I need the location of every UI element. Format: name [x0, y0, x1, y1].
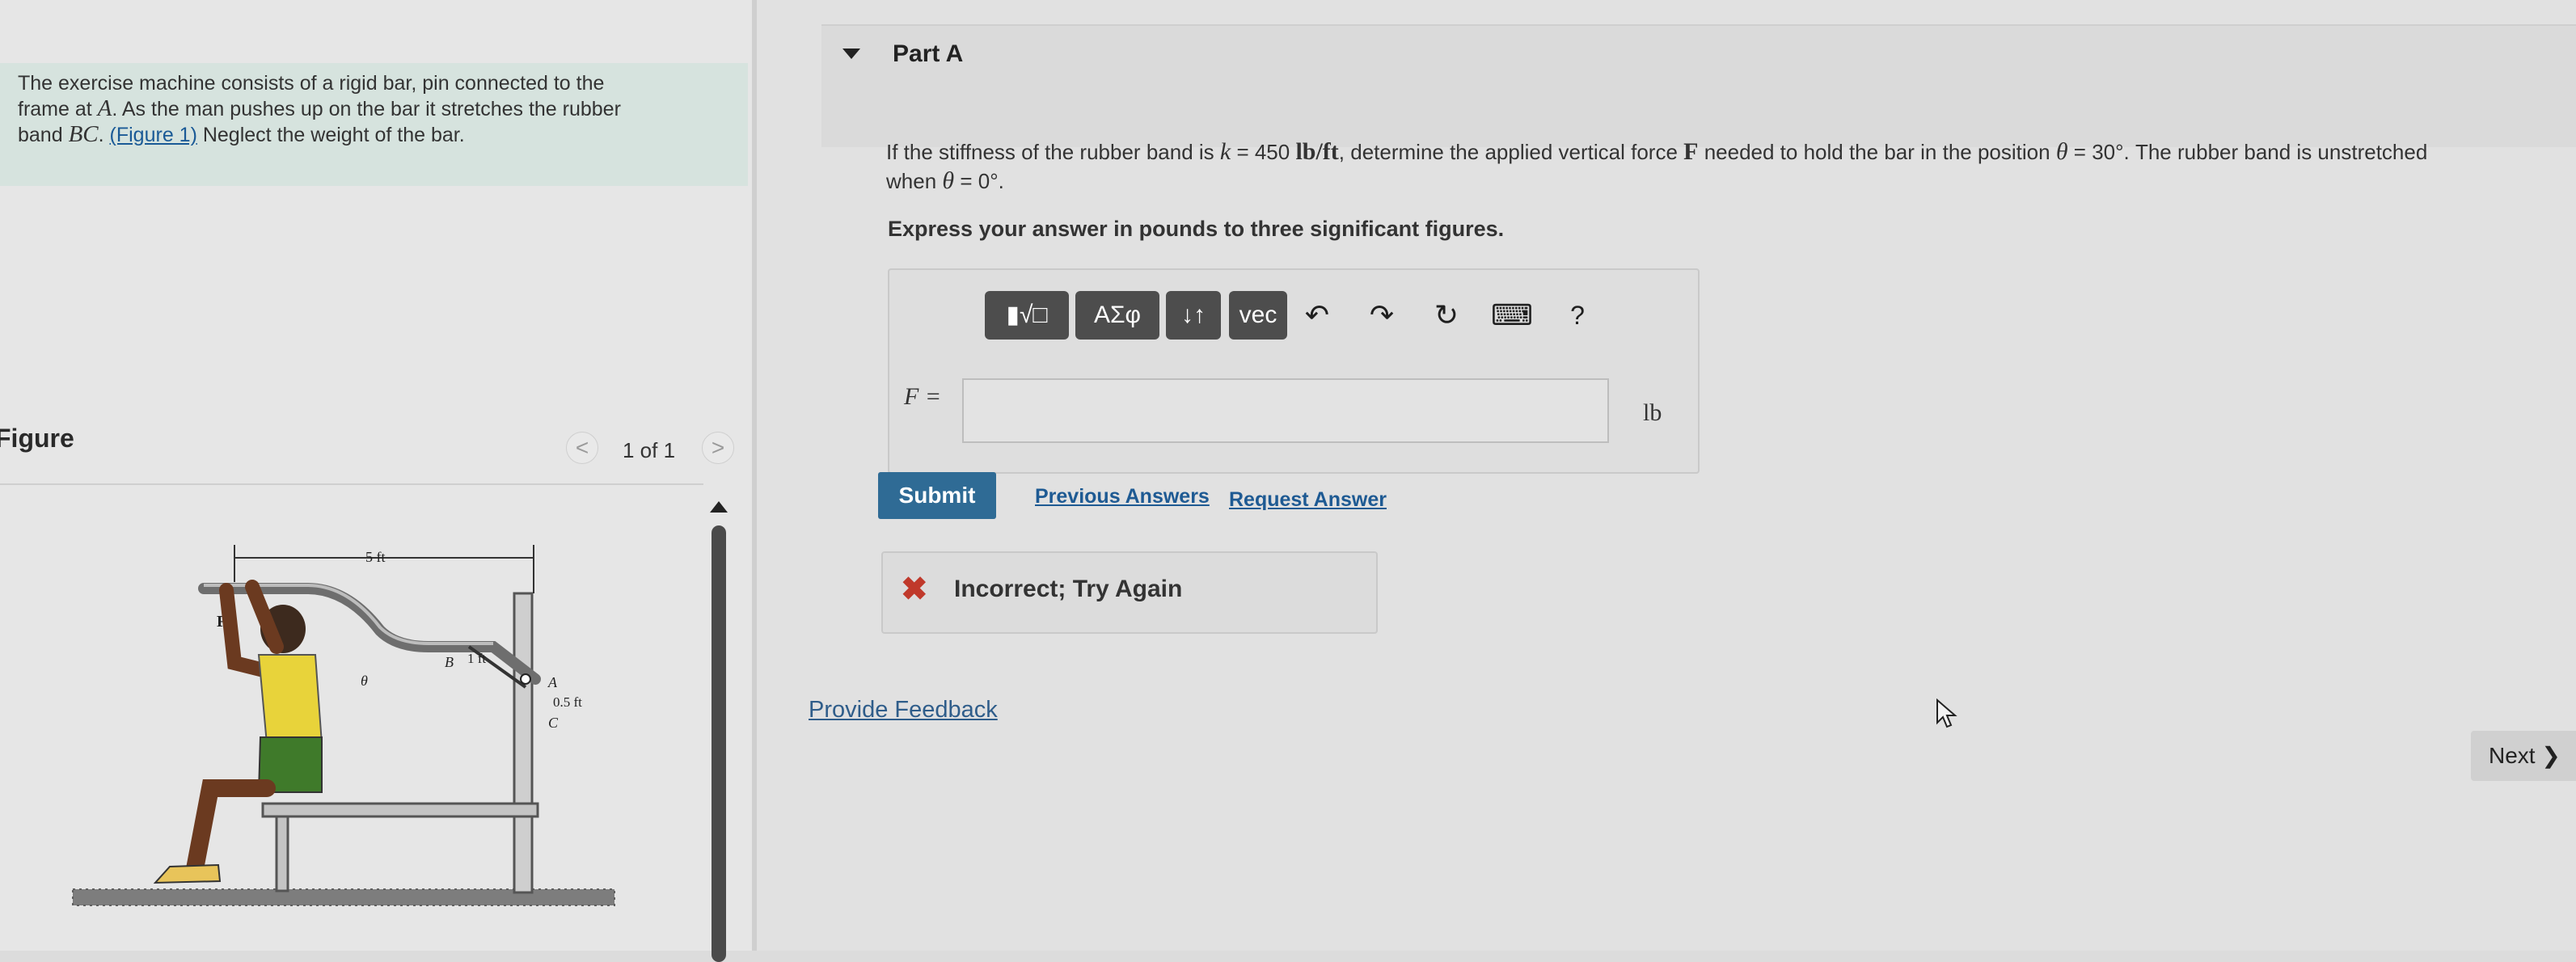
answer-input[interactable] [962, 378, 1609, 443]
problem-statement: The exercise machine consists of a rigid… [0, 63, 748, 186]
feedback-box: ✖ Incorrect; Try Again [881, 551, 1378, 634]
collapse-caret-icon[interactable] [842, 49, 860, 59]
keyboard-icon[interactable]: ⌨ [1491, 291, 1533, 340]
previous-answers-link[interactable]: Previous Answers [1035, 485, 1210, 508]
vec-button[interactable]: vec [1229, 291, 1287, 340]
theta-value: = 30° [2067, 140, 2124, 164]
label-ac-dist: 0.5 ft [553, 694, 582, 710]
next-button[interactable]: Next ❯ [2471, 731, 2576, 781]
undo-icon[interactable]: ↶ [1297, 291, 1337, 340]
problem-text-2a: frame at [18, 98, 98, 120]
pin-a [520, 673, 531, 685]
mouse-cursor-icon [1936, 698, 1957, 728]
problem-text-3a: band [18, 124, 69, 146]
question-text-2c: . [998, 169, 1004, 193]
label-b: B [445, 654, 454, 670]
problem-text-3b: . [98, 124, 110, 146]
k-var: k [1219, 138, 1231, 165]
redo-icon[interactable]: ↷ [1362, 291, 1402, 340]
bench-seat [261, 802, 539, 818]
incorrect-x-icon: ✖ [901, 572, 928, 607]
provide-feedback-link[interactable]: Provide Feedback [809, 697, 998, 724]
frame-post [513, 592, 534, 894]
prev-figure-button[interactable]: < [566, 432, 598, 464]
point-a-var: A [97, 95, 112, 121]
scroll-thumb[interactable] [712, 525, 726, 962]
bench-leg [275, 815, 289, 892]
label-5ft: 5 ft [365, 549, 386, 565]
feedback-message: Incorrect; Try Again [954, 576, 1183, 602]
man-shoe [153, 863, 222, 884]
help-button[interactable]: ? [1557, 291, 1598, 340]
next-figure-button[interactable]: > [702, 432, 734, 464]
question-text-1a: If the stiffness of the rubber band is [886, 140, 1220, 164]
math-toolbar: ▮√□ ΑΣφ ↓↑ vec ↶ ↷ ↻ ⌨ ? [985, 286, 1632, 343]
problem-text-3c: Neglect the weight of the bar. [196, 124, 465, 146]
figure-divider [0, 483, 703, 485]
question-text-2b: = 0° [954, 169, 999, 193]
theta-var: θ [2055, 138, 2068, 165]
label-c: C [548, 715, 559, 731]
question-text-1c: needed to hold the bar in the position [1698, 140, 2056, 164]
symbols-button[interactable]: ΑΣφ [1075, 291, 1159, 340]
part-header [821, 24, 2576, 147]
figure-scrollbar[interactable] [710, 501, 731, 962]
label-theta: θ [361, 673, 368, 689]
label-a: A [547, 674, 558, 690]
answer-box: ▮√□ ΑΣφ ↓↑ vec ↶ ↷ ↻ ⌨ ? F = lb [888, 268, 1700, 474]
reset-icon[interactable]: ↻ [1426, 291, 1467, 340]
exercise-machine-figure: 5 ft F θ B 1 ft A 0.5 ft C [72, 545, 615, 906]
k-value: = 450 [1231, 140, 1296, 164]
submit-button[interactable]: Submit [878, 472, 996, 519]
answer-instruction: Express your answer in pounds to three s… [888, 217, 1505, 241]
k-unit: lb/ft [1295, 138, 1339, 165]
answer-label: F = [904, 383, 942, 410]
part-title[interactable]: Part A [893, 40, 963, 68]
figure-pager-count: 1 of 1 [623, 438, 676, 462]
figure-link[interactable]: (Figure 1) [110, 124, 197, 146]
question-text: If the stiffness of the rubber band is k… [886, 137, 2427, 196]
scroll-up-arrow-icon[interactable] [710, 501, 728, 513]
figure-header: Figure < 1 of 1 > [0, 420, 748, 485]
theta-var-2: θ [942, 167, 955, 194]
request-answer-link[interactable]: Request Answer [1229, 488, 1387, 512]
band-bc-var: BC [68, 121, 99, 147]
label-b-dist: 1 ft [467, 651, 486, 666]
question-text-1d: . The rubber band is unstretched [2123, 140, 2428, 164]
problem-text-2b: . As the man pushes up on the bar it str… [112, 98, 621, 120]
man-legs [185, 779, 276, 882]
updown-button[interactable]: ↓↑ [1166, 291, 1221, 340]
left-panel: The exercise machine consists of a rigid… [0, 0, 752, 962]
man-shirt [257, 654, 323, 745]
right-panel: Part A If the stiffness of the rubber ba… [757, 0, 2576, 951]
question-text-2a: when [886, 169, 943, 193]
problem-text-1: The exercise machine consists of a rigid… [18, 72, 605, 95]
force-var: F [1683, 138, 1699, 165]
question-text-1b: , determine the applied vertical force [1338, 140, 1684, 164]
templates-button[interactable]: ▮√□ [985, 291, 1069, 340]
answer-unit: lb [1643, 399, 1662, 426]
figure-title: Figure [0, 424, 74, 453]
